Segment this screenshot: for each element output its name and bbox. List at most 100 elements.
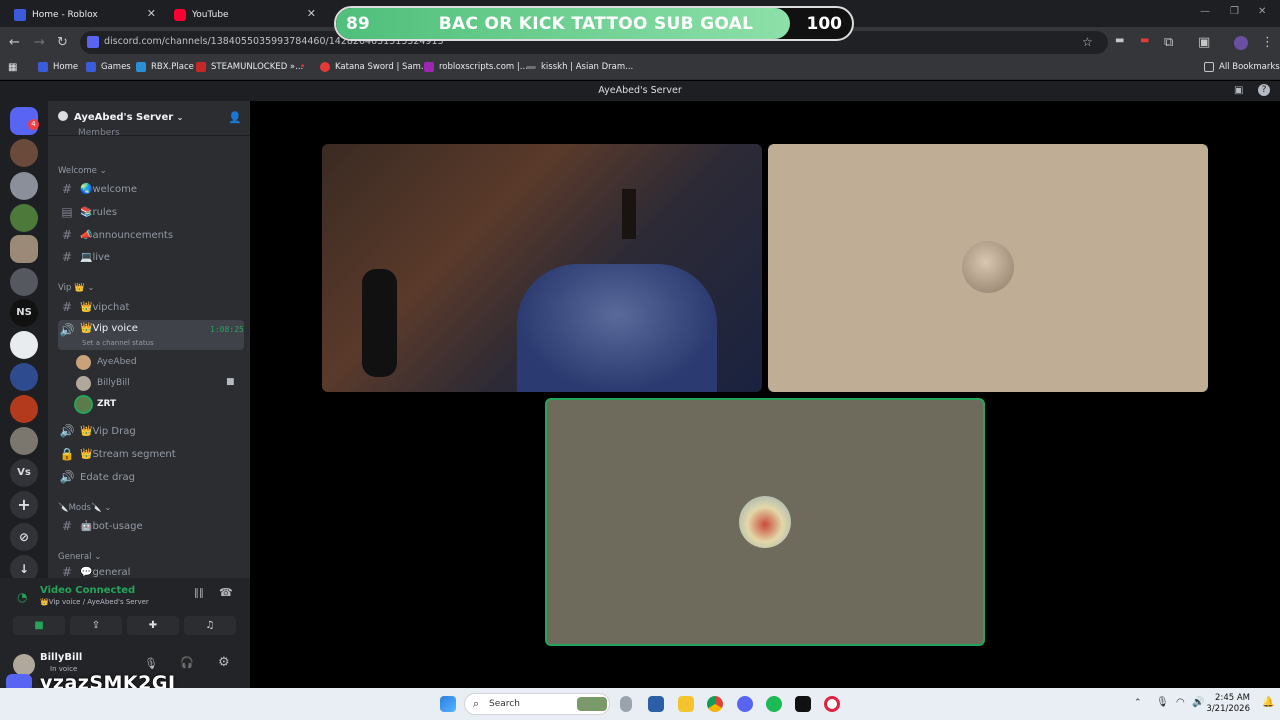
microphone-image — [362, 269, 397, 377]
close-icon[interactable]: ✕ — [147, 7, 156, 20]
star-icon[interactable]: ☆ — [1082, 35, 1093, 49]
volume-icon[interactable]: 🔊 — [1192, 697, 1204, 708]
windows-start-icon[interactable] — [440, 696, 456, 712]
voice-status[interactable]: Video Connected — [40, 585, 135, 596]
bookmark-robloxscripts[interactable]: robloxscripts.com |... — [424, 62, 528, 72]
bookmark-red-icon[interactable]: • — [300, 62, 305, 72]
wifi-icon[interactable]: ◠ — [1176, 697, 1185, 708]
bookmark-rbxplace[interactable]: RBX.Place — [136, 62, 194, 72]
discover-icon[interactable]: ⊘ — [10, 523, 38, 551]
channel-status-hint[interactable]: Set a channel status — [82, 339, 154, 347]
minimize-icon[interactable]: — — [1200, 6, 1210, 17]
clock-time: 2:45 AM — [1215, 693, 1250, 703]
video-tile-billybill[interactable] — [768, 144, 1208, 392]
tab-roblox[interactable]: Home - Roblox ✕ — [4, 2, 164, 27]
voice-location[interactable]: 👑Vip voice / AyeAbed's Server — [40, 598, 149, 606]
extension-red-icon[interactable]: ▬ — [1140, 35, 1149, 46]
video-tile-zrt[interactable] — [545, 398, 985, 646]
video-tile-ayeabed[interactable] — [322, 144, 762, 392]
notification-bell-icon[interactable]: 🔔 — [1262, 697, 1274, 708]
server-icon[interactable] — [10, 268, 38, 296]
server-icon[interactable] — [10, 172, 38, 200]
voice-user[interactable]: AyeAbed — [76, 352, 137, 372]
server-icon[interactable] — [10, 139, 38, 167]
invite-people-icon[interactable]: 👤 — [228, 111, 242, 124]
server-icon-vs[interactable]: Vs — [10, 459, 38, 487]
bookmark-home[interactable]: Home — [38, 62, 78, 72]
profile-avatar[interactable] — [1234, 36, 1248, 50]
channel-stream-segment[interactable]: 🔒 👑Stream segment — [58, 444, 244, 464]
bookmark-games[interactable]: Games — [86, 62, 131, 72]
server-icon[interactable] — [10, 204, 38, 232]
hash-icon: # — [61, 228, 73, 242]
file-explorer-icon[interactable] — [678, 696, 694, 712]
category-welcome[interactable]: Welcome ⌄ — [58, 166, 107, 176]
all-bookmarks[interactable]: All Bookmarks — [1204, 62, 1280, 72]
disconnect-icon[interactable]: ☎ — [219, 586, 233, 599]
server-icon-ns[interactable]: NS — [10, 299, 38, 327]
mouse-icon[interactable] — [620, 696, 632, 712]
sidepanel-icon[interactable]: ▣ — [1198, 35, 1210, 50]
close-icon[interactable]: ✕ — [307, 7, 316, 20]
avatar — [76, 354, 91, 370]
server-icon[interactable] — [10, 331, 38, 359]
microphone-icon[interactable]: 🎙 — [144, 657, 158, 670]
taskbar-clock[interactable]: 2:45 AM 3/21/2026 — [1206, 693, 1250, 715]
server-icon[interactable] — [10, 363, 38, 391]
close-window-icon[interactable]: ✕ — [1258, 6, 1266, 17]
settings-gear-icon[interactable]: ⚙ — [218, 655, 230, 670]
discord-icon[interactable] — [737, 696, 753, 712]
chrome-icon[interactable] — [707, 696, 723, 712]
add-server-icon[interactable]: + — [10, 491, 38, 519]
channel-welcome[interactable]: # 🌏welcome — [58, 179, 244, 199]
tab-youtube[interactable]: YouTube ✕ — [164, 2, 324, 27]
channel-announcements[interactable]: # 📣announcements — [58, 225, 244, 245]
camera-button[interactable]: ■ — [13, 616, 65, 635]
bookmark-kisskh[interactable]: kisskh | Asian Dram... — [526, 62, 633, 72]
photos-icon[interactable] — [648, 696, 664, 712]
server-icon[interactable] — [10, 395, 38, 423]
members-channel[interactable]: Members — [78, 128, 120, 138]
headphones-icon[interactable]: 🎧 — [180, 656, 194, 669]
channel-edate-drag[interactable]: 🔊 Edate drag — [58, 467, 244, 487]
opera-icon[interactable] — [824, 696, 840, 712]
puzzle-icon[interactable]: ⧉ — [1164, 35, 1173, 50]
apps-grid-icon[interactable]: ▦ — [8, 62, 17, 73]
activities-button[interactable]: ✚ — [127, 616, 179, 635]
reload-icon[interactable]: ↻ — [57, 35, 68, 50]
extension-icon[interactable]: ▬ — [1115, 35, 1124, 46]
bookmark-katana[interactable]: Katana Sword | Sam... — [320, 62, 429, 72]
category-mods[interactable]: 🔪Mods🔪 ⌄ — [58, 503, 111, 513]
channel-general[interactable]: # 💬general — [58, 566, 244, 578]
hash-icon: # — [61, 566, 73, 578]
channel-bot-usage[interactable]: # 🤖bot-usage — [58, 516, 244, 536]
server-header[interactable]: AyeAbed's Server ⌄ — [58, 111, 183, 123]
channel-vip-drag[interactable]: 🔊 👑Vip Drag — [58, 421, 244, 441]
spotify-icon[interactable] — [766, 696, 782, 712]
restore-icon[interactable]: ❐ — [1230, 6, 1239, 17]
channel-rules[interactable]: ▤ 📚rules — [58, 202, 244, 222]
noise-suppression-icon[interactable]: ∥∥ — [194, 588, 204, 599]
inbox-icon[interactable]: ▣ — [1234, 85, 1243, 96]
voice-user[interactable]: ZRT — [76, 394, 116, 414]
chevron-up-icon[interactable]: ⌃ — [1134, 698, 1142, 708]
taskbar-search[interactable]: ⌕ Search — [464, 693, 610, 715]
server-icon-active[interactable] — [10, 235, 38, 263]
menu-icon[interactable]: ⋮ — [1261, 35, 1274, 50]
server-icon[interactable] — [10, 427, 38, 455]
microphone-tray-icon[interactable]: 🎙 — [1156, 697, 1169, 708]
voice-user[interactable]: BillyBill ■ — [76, 373, 242, 393]
channel-live[interactable]: # 💻live — [58, 247, 244, 267]
category-vip[interactable]: Vip 👑 ⌄ — [58, 283, 95, 293]
rbxplace-icon — [136, 62, 146, 72]
terminal-icon[interactable] — [795, 696, 811, 712]
channel-vip-voice[interactable]: 🔊 👑Vip voice 1:08:25 Set a channel status — [58, 320, 244, 350]
help-icon[interactable]: ? — [1258, 84, 1270, 96]
category-general[interactable]: General ⌄ — [58, 552, 101, 562]
bookmark-steamunlocked[interactable]: STEAMUNLOCKED »... — [196, 62, 303, 72]
screenshare-button[interactable]: ⇪ — [70, 616, 122, 635]
back-icon[interactable]: ← — [9, 35, 20, 50]
forward-icon[interactable]: → — [34, 35, 45, 50]
channel-vipchat[interactable]: # 👑vipchat — [58, 297, 244, 317]
soundboard-button[interactable]: ♫ — [184, 616, 236, 635]
